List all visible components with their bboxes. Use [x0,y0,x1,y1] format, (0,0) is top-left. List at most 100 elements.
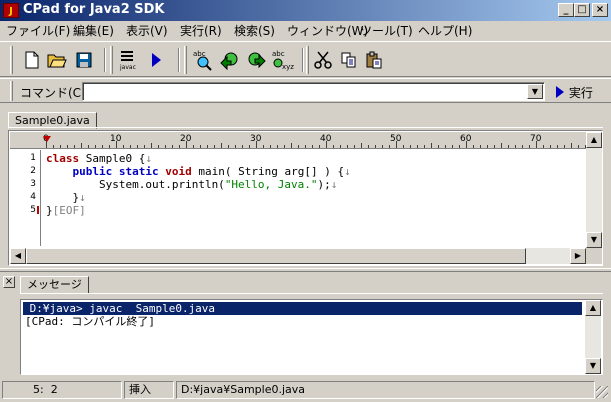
toolbar-grip[interactable] [184,46,187,74]
editor-vertical-scrollbar[interactable]: ▲ ▼ [586,132,602,248]
cut-icon [314,51,332,69]
maximize-button[interactable]: □ [574,3,590,17]
ruler-tick [452,145,453,148]
code-line[interactable]: class Sample0 {↓ [46,152,152,165]
save-button[interactable] [72,48,96,72]
ruler-tick [333,145,334,148]
find-next-button[interactable] [244,48,268,72]
compile-button[interactable]: javac [117,48,141,72]
cut-button[interactable] [311,48,335,72]
ruler-tick [473,145,474,148]
paste-icon [366,51,382,69]
ruler-tick [550,145,551,148]
close-button[interactable]: × [592,3,608,17]
ruler-tick [557,145,558,148]
ruler-tick [277,145,278,148]
paste-button[interactable] [362,48,386,72]
message-output[interactable]: D:¥java> javac Sample0.java [CPad: コンパイル… [20,299,603,375]
command-label: コマンド(C) [20,86,86,100]
ruler-tick [95,145,96,148]
ruler-tick [81,143,82,148]
ruler-tick [228,145,229,148]
ruler-tick [46,141,47,148]
ruler-tick [256,141,257,148]
scroll-up-button[interactable]: ▲ [585,300,601,316]
resize-grip[interactable] [596,386,608,398]
arrow-down-icon: ▼ [590,235,598,244]
ruler-tick [445,145,446,148]
ruler-tick [438,145,439,148]
ruler-tick [431,143,432,148]
code-line[interactable]: }[EOF] [46,204,86,217]
message-line-selected[interactable]: D:¥java> javac Sample0.java [22,301,583,316]
ruler-tick [487,145,488,148]
menu-search[interactable]: 検索(S) [234,24,275,38]
new-file-button[interactable] [20,48,44,72]
copy-button[interactable] [337,48,361,72]
ruler-tick [424,145,425,148]
close-icon: × [4,276,14,287]
open-folder-icon [47,54,67,68]
ruler-tick [88,145,89,148]
open-button[interactable] [45,48,69,72]
message-line[interactable]: [CPad: コンパイル終了] [25,315,155,328]
menu-file[interactable]: ファイル(F) [6,24,70,38]
line-number: 1 [30,153,36,163]
editor-horizontal-scrollbar[interactable]: ◀ ▶ [10,248,586,264]
code-token: static [118,165,159,178]
code-line[interactable]: }↓ [46,191,85,204]
app-icon[interactable]: J [3,3,19,18]
pane-splitter[interactable] [0,268,611,272]
scroll-down-button[interactable]: ▼ [585,358,601,374]
menu-tools[interactable]: ツール(T) [360,24,413,38]
message-pane-close-button[interactable]: × [3,276,15,288]
scroll-down-button[interactable]: ▼ [586,232,602,248]
execute-button[interactable]: 実行 [555,84,593,101]
execute-label: 実行 [568,86,593,100]
toolbar-grip[interactable] [10,46,13,74]
code-editor[interactable]: class Sample0 {↓ public static void main… [46,150,576,246]
code-line[interactable]: System.out.println("Hello, Java.");↓ [46,178,337,191]
toolbar-grip[interactable] [306,46,309,74]
command-dropdown-button[interactable]: ▼ [527,84,543,99]
ruler-tick [522,145,523,148]
ruler-tick [536,141,537,148]
find-prev-button[interactable] [218,48,242,72]
scroll-right-button[interactable]: ▶ [570,248,586,264]
toolbar-grip[interactable] [110,46,113,74]
toolbar-separator [104,48,106,72]
command-input[interactable] [82,82,545,101]
code-token: ); [317,178,331,191]
message-vertical-scrollbar[interactable]: ▲ ▼ [585,300,601,374]
ruler-tick [564,145,565,148]
current-line-marker [37,206,39,214]
find-button[interactable]: abc [191,48,215,72]
scroll-up-button[interactable]: ▲ [586,132,602,148]
ruler-tick [186,141,187,148]
menu-run[interactable]: 実行(R) [180,24,222,38]
menu-help[interactable]: ヘルプ(H) [418,24,472,38]
code-line[interactable]: public static void main( String arg[] ) … [46,165,351,178]
tab-messages[interactable]: メッセージ [20,276,89,294]
arrow-up-icon: ▲ [590,135,598,144]
code-token: main( String arg[] ) { [191,165,345,178]
menu-edit[interactable]: 編集(E) [73,24,114,38]
ruler-tick [298,145,299,148]
ruler-tick [368,145,369,148]
ruler-tick [410,145,411,148]
scroll-left-button[interactable]: ◀ [10,248,26,264]
command-bar-grip[interactable] [10,81,13,101]
run-button[interactable] [144,48,168,72]
title-bar[interactable]: J CPad for Java2 SDK _ □ × [0,0,611,21]
arrow-left-icon: ◀ [14,251,22,260]
minimize-button[interactable]: _ [558,3,574,17]
ruler-tick [284,145,285,148]
ruler-tick [361,143,362,148]
replace-button[interactable]: abc xyz [270,48,294,72]
scrollbar-corner [586,248,602,264]
menu-view[interactable]: 表示(V) [126,24,168,38]
ruler-tick [151,143,152,148]
menu-window[interactable]: ウィンドウ(W) [287,24,368,38]
horizontal-scroll-thumb[interactable] [26,248,526,264]
